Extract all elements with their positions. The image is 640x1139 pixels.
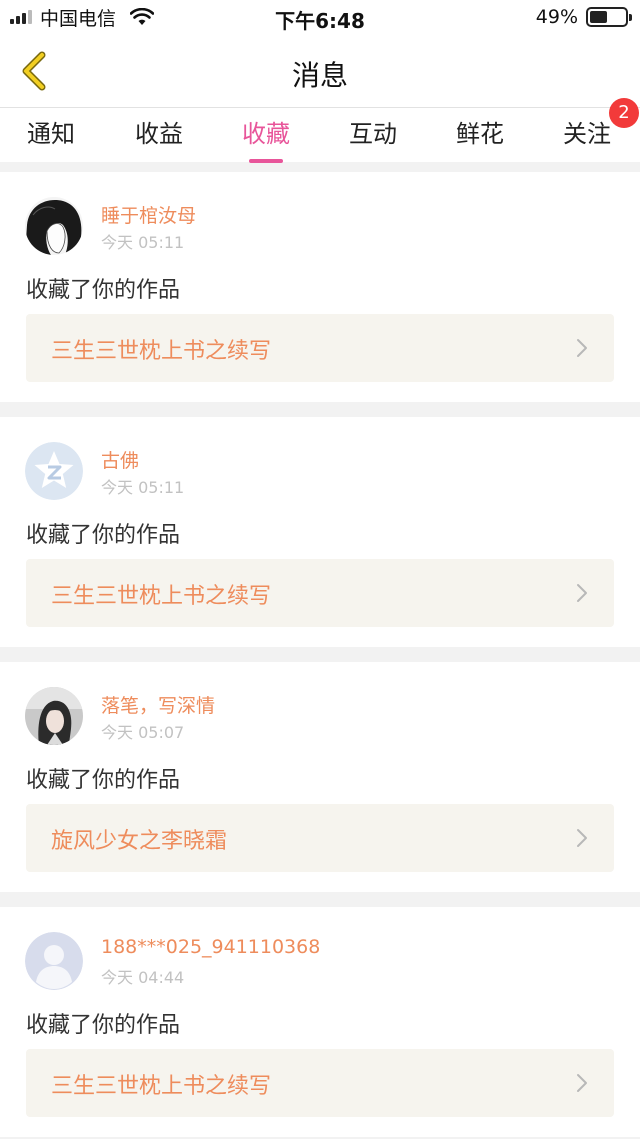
qzone-star-avatar-image bbox=[25, 442, 83, 500]
active-tab-indicator bbox=[249, 159, 283, 163]
tab-following[interactable]: 关注 bbox=[560, 114, 614, 158]
work-link[interactable]: 三生三世枕上书之续写 bbox=[26, 559, 614, 627]
timestamp: 今天 04:44 bbox=[101, 968, 185, 987]
user-name[interactable]: 落笔，写深情 bbox=[101, 691, 215, 718]
user-name[interactable]: 睡于棺汝母 bbox=[101, 201, 196, 228]
message-card: 落笔，写深情 今天 05:07 收藏了你的作品 旋风少女之李晓霜 bbox=[0, 662, 640, 892]
timestamp: 今天 05:11 bbox=[101, 478, 185, 497]
chevron-right-icon bbox=[577, 584, 587, 602]
following-count-badge: 2 bbox=[609, 98, 639, 128]
photo-avatar-image bbox=[25, 687, 83, 745]
tab-label: 关注 bbox=[563, 120, 611, 148]
avatar[interactable] bbox=[25, 442, 83, 500]
tab-label: 通知 bbox=[27, 120, 75, 148]
work-title: 三生三世枕上书之续写 bbox=[51, 339, 272, 364]
tab-label: 收益 bbox=[135, 120, 183, 148]
tab-label: 鲜花 bbox=[456, 120, 504, 148]
work-title: 旋风少女之李晓霜 bbox=[51, 829, 228, 854]
message-card: 睡于棺汝母 今天 05:11 收藏了你的作品 三生三世枕上书之续写 bbox=[0, 172, 640, 402]
avatar[interactable] bbox=[25, 932, 83, 990]
timestamp: 今天 05:07 bbox=[101, 723, 185, 742]
work-link[interactable]: 三生三世枕上书之续写 bbox=[26, 314, 614, 382]
work-link[interactable]: 三生三世枕上书之续写 bbox=[26, 1049, 614, 1117]
action-text: 收藏了你的作品 bbox=[26, 523, 181, 548]
battery-cap bbox=[629, 14, 632, 21]
tab-favorites[interactable]: 收藏 bbox=[239, 114, 293, 163]
tab-interactions[interactable]: 互动 bbox=[346, 114, 400, 158]
default-user-avatar-image bbox=[25, 932, 83, 990]
action-text: 收藏了你的作品 bbox=[26, 1013, 181, 1038]
tab-label: 互动 bbox=[349, 120, 397, 148]
message-card: 188***025_941110368 今天 04:44 收藏了你的作品 三生三… bbox=[0, 907, 640, 1137]
avatar[interactable] bbox=[25, 197, 83, 255]
nav-bar: 消息 bbox=[0, 34, 640, 108]
avatar[interactable] bbox=[25, 687, 83, 745]
battery-level bbox=[590, 11, 607, 23]
tab-flowers[interactable]: 鲜花 bbox=[453, 114, 507, 158]
tab-bar: 通知 收益 收藏 互动 鲜花 关注 bbox=[0, 108, 640, 163]
work-title: 三生三世枕上书之续写 bbox=[51, 584, 272, 609]
tab-earnings[interactable]: 收益 bbox=[132, 114, 186, 158]
timestamp: 今天 05:11 bbox=[101, 233, 185, 252]
action-text: 收藏了你的作品 bbox=[26, 278, 181, 303]
page-title: 消息 bbox=[291, 59, 348, 92]
user-name[interactable]: 188***025_941110368 bbox=[101, 936, 320, 958]
chevron-right-icon bbox=[577, 1074, 587, 1092]
sketch-avatar-image bbox=[25, 197, 83, 255]
status-right: 49% bbox=[535, 6, 632, 28]
chevron-right-icon bbox=[577, 829, 587, 847]
chevron-right-icon bbox=[577, 339, 587, 357]
tab-notifications[interactable]: 通知 bbox=[24, 114, 78, 158]
battery-icon bbox=[586, 7, 632, 27]
user-name[interactable]: 古佛 bbox=[101, 446, 139, 473]
action-text: 收藏了你的作品 bbox=[26, 768, 181, 793]
status-bar: 中国电信 下午6:48 49% bbox=[0, 0, 640, 34]
tab-label: 收藏 bbox=[242, 120, 290, 148]
battery-percent: 49% bbox=[535, 6, 578, 28]
message-card: 古佛 今天 05:11 收藏了你的作品 三生三世枕上书之续写 bbox=[0, 417, 640, 647]
work-link[interactable]: 旋风少女之李晓霜 bbox=[26, 804, 614, 872]
work-title: 三生三世枕上书之续写 bbox=[51, 1074, 272, 1099]
